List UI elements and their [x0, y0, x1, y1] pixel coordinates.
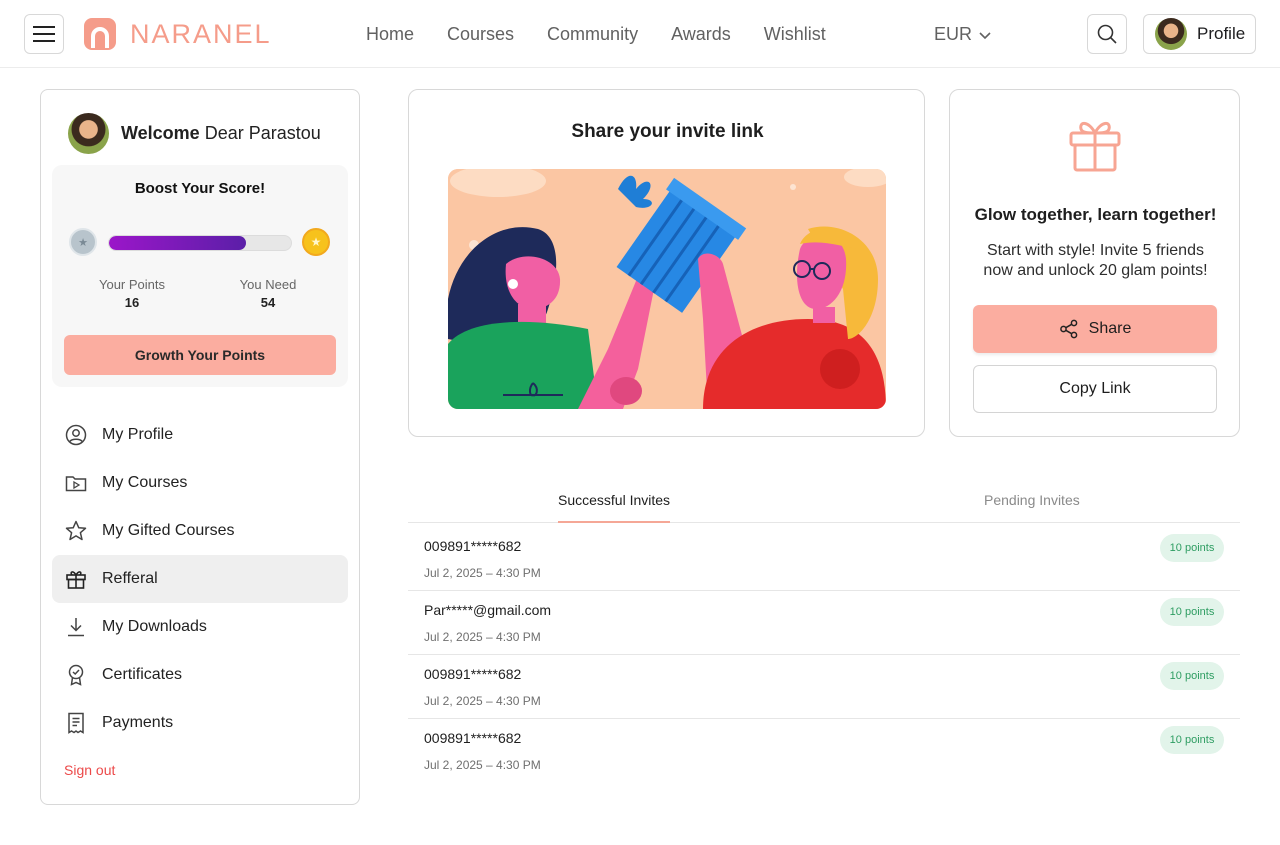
points-badge: 10 points: [1160, 662, 1224, 690]
sidebar-item-label: My Courses: [102, 474, 188, 491]
list-item: 009891*****682 Jul 2, 2025 – 4:30 PM 10 …: [408, 719, 1240, 783]
brand-logo[interactable]: NARANEL: [84, 18, 272, 50]
gift-icon: [1069, 122, 1121, 172]
search-icon: [1097, 24, 1117, 44]
sidebar-item-label: Payments: [102, 714, 174, 731]
invitee-contact: 009891*****682: [424, 666, 522, 682]
sidebar-item-refferal[interactable]: Refferal: [52, 555, 348, 603]
hamburger-menu-button[interactable]: [24, 14, 64, 54]
invite-date: Jul 2, 2025 – 4:30 PM: [424, 630, 541, 644]
you-need-stat: You Need 54: [208, 277, 328, 310]
boost-score-panel: Boost Your Score! ★ ★ Your Points 16 You…: [52, 165, 348, 387]
profile-label: Profile: [1197, 24, 1246, 43]
sidebar-item-my-profile[interactable]: My Profile: [52, 411, 348, 459]
sign-out-link[interactable]: Sign out: [64, 762, 115, 778]
nav-wishlist[interactable]: Wishlist: [764, 24, 826, 45]
receipt-icon: [68, 712, 84, 734]
hamburger-icon: [33, 26, 55, 42]
share-label: Share: [1088, 320, 1132, 337]
sidebar: Welcome Dear Parastou Boost Your Score! …: [40, 89, 360, 805]
chevron-down-icon: [979, 31, 991, 39]
you-need-value: 54: [260, 295, 276, 310]
sidebar-item-my-courses[interactable]: My Courses: [52, 459, 348, 507]
sidebar-item-label: My Gifted Courses: [102, 522, 235, 539]
invite-title: Share your invite link: [571, 121, 764, 142]
welcome-label: Welcome: [121, 123, 200, 143]
share-subtext: Start with style! Invite 5 friends now a…: [983, 242, 1208, 279]
gold-medal-icon: ★: [302, 228, 330, 256]
sidebar-item-label: My Downloads: [102, 618, 207, 635]
invites-tabs: Successful Invites Pending Invites: [408, 480, 1240, 523]
points-badge: 10 points: [1160, 534, 1224, 562]
sidebar-item-label: Refferal: [102, 570, 158, 587]
welcome-text: Welcome Dear Parastou: [121, 123, 321, 144]
points-progress-fill: [109, 236, 246, 250]
invitee-contact: Par*****@gmail.com: [424, 602, 552, 618]
gift-icon: [66, 571, 86, 589]
your-points-stat: Your Points 16: [72, 277, 192, 310]
profile-button[interactable]: Profile: [1143, 14, 1256, 54]
currency-value: EUR: [934, 24, 973, 44]
folder-play-icon: [65, 476, 87, 492]
invite-link-card: Share your invite link: [408, 89, 925, 437]
you-need-label: You Need: [239, 277, 297, 292]
search-button[interactable]: [1087, 14, 1127, 54]
sidebar-item-my-downloads[interactable]: My Downloads: [52, 603, 348, 651]
brand-name: NARANEL: [130, 18, 272, 49]
friends-gift-illustration: [448, 169, 886, 409]
boost-title: Boost Your Score!: [134, 180, 266, 197]
nav-awards[interactable]: Awards: [671, 24, 731, 45]
star-icon: [65, 520, 87, 541]
invites-list: 009891*****682 Jul 2, 2025 – 4:30 PM 10 …: [408, 527, 1240, 783]
logo-mark-icon: [84, 18, 116, 50]
download-icon: [68, 618, 84, 637]
invitee-contact: 009891*****682: [424, 730, 522, 746]
welcome-name: Dear Parastou: [199, 123, 321, 143]
growth-points-button[interactable]: Growth Your Points: [64, 335, 336, 375]
list-item: Par*****@gmail.com Jul 2, 2025 – 4:30 PM…: [408, 591, 1240, 655]
copy-link-button[interactable]: Copy Link: [973, 365, 1217, 413]
currency-selector[interactable]: EUR: [934, 24, 992, 45]
nav-community[interactable]: Community: [547, 24, 638, 45]
points-badge: 10 points: [1160, 726, 1224, 754]
sidebar-item-label: Certificates: [102, 666, 183, 683]
sidebar-menu: My Profile My Courses My Gifted Courses …: [52, 411, 348, 747]
invite-date: Jul 2, 2025 – 4:30 PM: [424, 566, 541, 580]
invite-date: Jul 2, 2025 – 4:30 PM: [424, 758, 541, 772]
your-points-label: Your Points: [98, 277, 165, 292]
list-item: 009891*****682 Jul 2, 2025 – 4:30 PM 10 …: [408, 527, 1240, 591]
points-progress-bar: [108, 235, 292, 251]
points-badge: 10 points: [1160, 598, 1224, 626]
invite-date: Jul 2, 2025 – 4:30 PM: [424, 694, 541, 708]
tab-successful-invites[interactable]: Successful Invites: [558, 492, 671, 523]
share-heading: Glow together, learn together!: [974, 205, 1217, 224]
share-button[interactable]: Share: [973, 305, 1217, 353]
user-circle-icon: [65, 424, 87, 446]
list-item: 009891*****682 Jul 2, 2025 – 4:30 PM 10 …: [408, 655, 1240, 719]
nav-home[interactable]: Home: [366, 24, 414, 45]
sidebar-item-payments[interactable]: Payments: [52, 699, 348, 747]
invitee-contact: 009891*****682: [424, 538, 522, 554]
sidebar-item-certificates[interactable]: Certificates: [52, 651, 348, 699]
certificate-icon: [68, 664, 84, 686]
share-invite-card: Glow together, learn together! Start wit…: [949, 89, 1240, 437]
avatar: [1155, 18, 1187, 50]
your-points-value: 16: [124, 295, 140, 310]
share-icon: [1059, 319, 1077, 339]
silver-medal-icon: ★: [69, 228, 97, 256]
nav-courses[interactable]: Courses: [447, 24, 514, 45]
sidebar-item-label: My Profile: [102, 426, 174, 443]
top-header: NARANEL Home Courses Community Awards Wi…: [0, 0, 1280, 68]
avatar: [68, 113, 109, 154]
welcome-block: Welcome Dear Parastou: [68, 113, 321, 154]
tab-pending-invites[interactable]: Pending Invites: [984, 492, 1080, 508]
main-nav: Home Courses Community Awards Wishlist: [366, 24, 859, 45]
sidebar-item-my-gifted-courses[interactable]: My Gifted Courses: [52, 507, 348, 555]
